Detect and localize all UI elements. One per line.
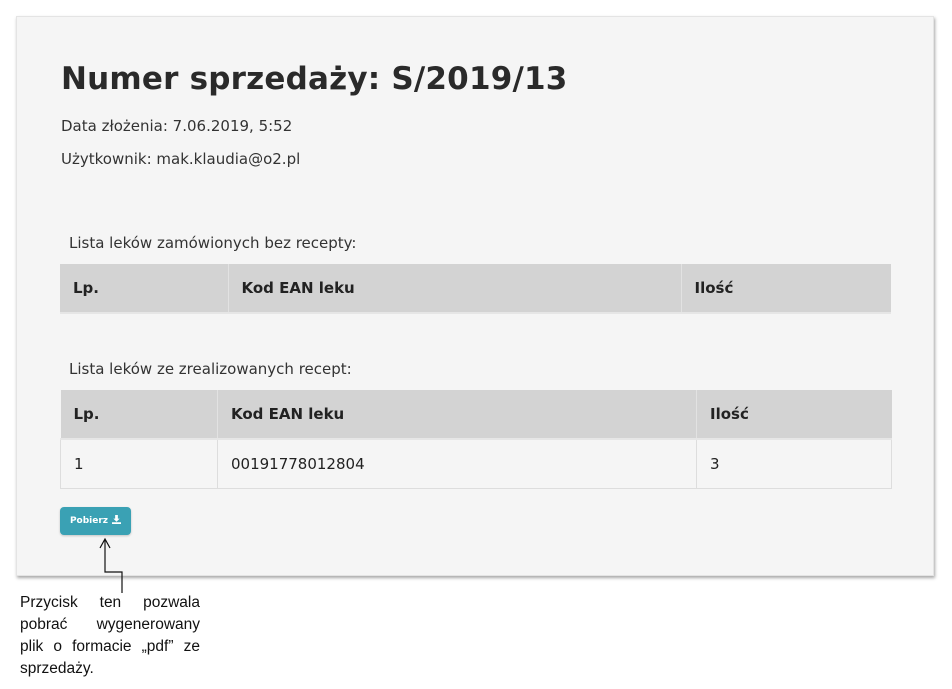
cell-lp: 1 <box>60 439 218 489</box>
column-header-quantity: Ilość <box>696 390 892 440</box>
column-header-ean: Kod EAN leku <box>227 264 681 314</box>
annotation-text: Przycisk ten pozwala pobrać wygenerowany… <box>20 594 200 677</box>
submission-date: Data złożenia: 7.06.2019, 5:52 <box>61 117 293 135</box>
column-header-lp: Lp. <box>60 390 218 440</box>
user-info: Użytkownik: mak.klaudia@o2.pl <box>61 150 301 168</box>
column-header-lp: Lp. <box>60 264 228 314</box>
rx-medicines-table: Lp. Kod EAN leku Ilość 1 00191778012804 … <box>60 390 892 489</box>
download-icon <box>112 515 122 527</box>
cell-quantity: 3 <box>696 439 892 489</box>
otc-medicines-table: Lp. Kod EAN leku Ilość <box>60 264 891 314</box>
table-row: 1 00191778012804 3 <box>60 439 892 489</box>
table-header-row: Lp. Kod EAN leku Ilość <box>60 390 892 440</box>
download-button[interactable]: Pobierz <box>60 507 131 535</box>
page-title: Numer sprzedaży: S/2019/13 <box>61 61 568 97</box>
column-header-ean: Kod EAN leku <box>217 390 697 440</box>
table-header-row: Lp. Kod EAN leku Ilość <box>60 264 891 314</box>
column-header-quantity: Ilość <box>680 264 891 314</box>
otc-list-label: Lista leków zamówionych bez recepty: <box>69 234 357 252</box>
cell-ean: 00191778012804 <box>217 439 697 489</box>
download-button-label: Pobierz <box>69 516 109 526</box>
rx-list-label: Lista leków ze zrealizowanych recept: <box>69 360 352 378</box>
sale-details-panel: Numer sprzedaży: S/2019/13 Data złożenia… <box>16 16 934 576</box>
